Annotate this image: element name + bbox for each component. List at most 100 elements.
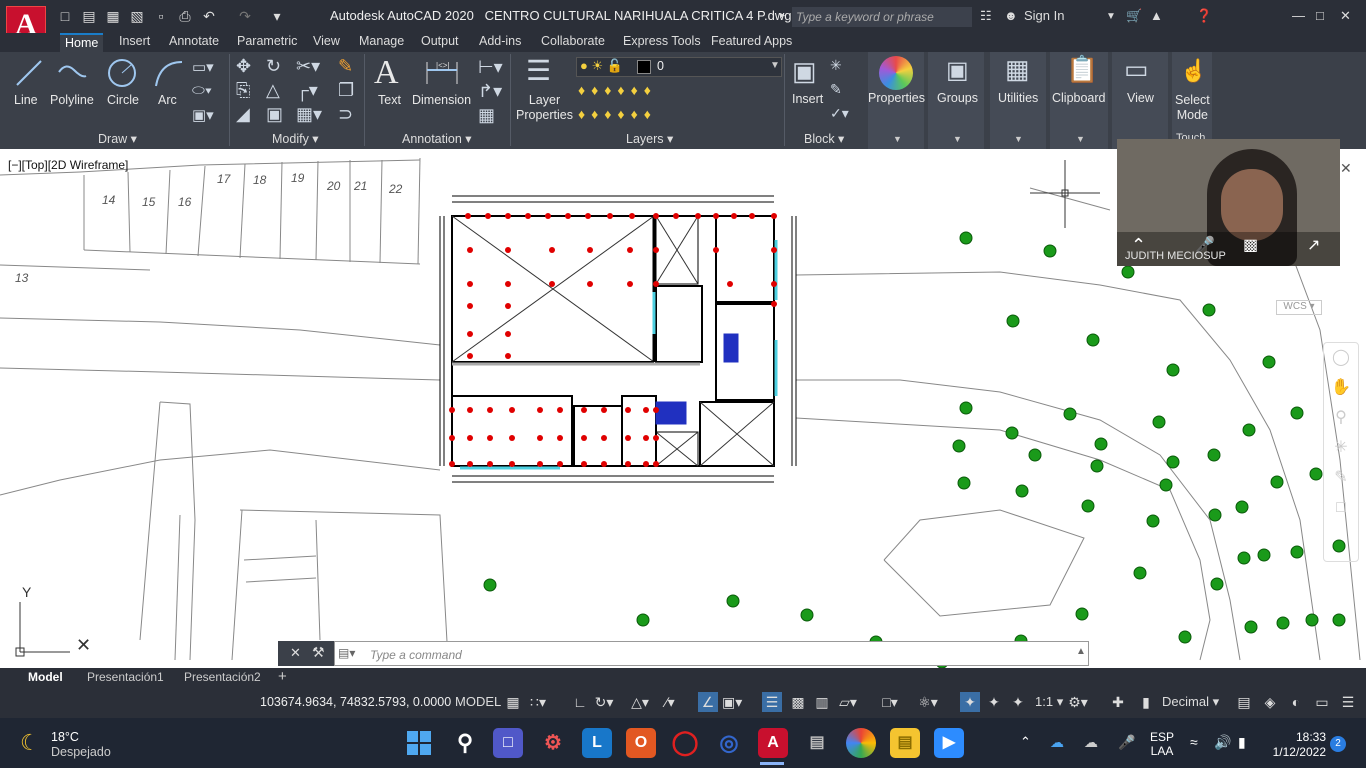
select-mode-button[interactable]: Select Mode: [1175, 93, 1210, 123]
annotation-scale[interactable]: 1:1 ▾: [1035, 694, 1063, 710]
line-button[interactable]: Line: [14, 93, 38, 107]
add-layout-button[interactable]: +: [278, 668, 287, 685]
qat-customize-icon[interactable]: ▾: [268, 8, 286, 24]
tab-express-tools[interactable]: Express Tools: [618, 33, 706, 52]
tab-collaborate[interactable]: Collaborate: [536, 33, 610, 52]
autocad-taskbar-icon[interactable]: A: [758, 728, 788, 758]
wcs-menu[interactable]: WCS ▾: [1276, 300, 1322, 315]
customization-menu-icon[interactable]: ☰: [1338, 692, 1358, 712]
snap-icon[interactable]: ∷▾: [528, 692, 548, 712]
command-line-handle[interactable]: [278, 641, 334, 666]
copy-icon[interactable]: ⎘: [236, 80, 250, 101]
onedrive-icon[interactable]: ☁: [1050, 734, 1064, 751]
help-icon[interactable]: ❓: [1196, 8, 1212, 24]
tab-insert[interactable]: Insert: [114, 33, 155, 52]
lineweight-icon[interactable]: ☰: [762, 692, 782, 712]
isodraft-icon[interactable]: △▾: [630, 692, 650, 712]
language-indicator[interactable]: ESP LAA: [1150, 730, 1174, 758]
sign-in-dropdown-icon[interactable]: ▼: [1106, 11, 1116, 22]
block-panel-label[interactable]: Block ▾: [804, 131, 844, 146]
dimension-button[interactable]: Dimension: [412, 93, 471, 107]
model-space-button[interactable]: MODEL: [455, 694, 501, 709]
groups-button[interactable]: Groups: [937, 91, 978, 105]
annotation-monitor-icon[interactable]: ✚: [1108, 692, 1128, 712]
draw-panel-label[interactable]: Draw ▾: [98, 131, 137, 146]
isolate-objects-icon[interactable]: ◐: [1286, 692, 1306, 712]
teams-chat-icon[interactable]: □: [493, 728, 523, 758]
stretch-icon[interactable]: ◢: [236, 104, 250, 125]
circle-button[interactable]: Circle: [107, 93, 139, 107]
tab-featured-apps[interactable]: Featured Apps: [706, 33, 797, 52]
tab-presentacion1[interactable]: Presentación1: [87, 670, 164, 684]
wifi-icon[interactable]: ≈: [1190, 734, 1198, 750]
open-file-icon[interactable]: ▤: [80, 8, 98, 24]
tab-annotate[interactable]: Annotate: [164, 33, 224, 52]
binoculars-icon[interactable]: ☷: [980, 8, 992, 24]
edge-icon[interactable]: ◎: [714, 728, 744, 758]
cloud-sync-icon[interactable]: ☁: [1084, 734, 1098, 751]
l-app-icon[interactable]: L: [582, 728, 612, 758]
units-dropdown[interactable]: Decimal ▾: [1162, 694, 1219, 710]
webcam-close-icon[interactable]: ✕: [1340, 160, 1352, 177]
properties-expand-icon[interactable]: ▼: [893, 134, 902, 144]
search-icon[interactable]: ⚲: [450, 728, 480, 758]
file-explorer-icon[interactable]: ▤: [890, 728, 920, 758]
dynamic-ucs-icon[interactable]: □▾: [880, 692, 900, 712]
text-button[interactable]: Text: [378, 93, 401, 107]
command-input[interactable]: Type a command: [370, 648, 462, 662]
close-button[interactable]: ✕: [1340, 8, 1351, 24]
layer-tools-row2[interactable]: ♦♦♦♦♦♦: [578, 106, 657, 122]
tab-home[interactable]: Home: [60, 33, 104, 52]
selection-cycling-icon[interactable]: ▥: [812, 692, 832, 712]
object-snap-tracking-icon[interactable]: ∕▾: [660, 692, 680, 712]
undo-icon[interactable]: ↶: [200, 8, 218, 24]
clipboard-expand-icon[interactable]: ▼: [1076, 134, 1085, 144]
recovery-app-icon[interactable]: ⚙: [538, 728, 568, 758]
tab-output[interactable]: Output: [416, 33, 464, 52]
3d-osnap-icon[interactable]: ▱▾: [838, 692, 858, 712]
clean-screen-icon[interactable]: ▭: [1312, 692, 1332, 712]
annotation-panel-label[interactable]: Annotation ▾: [402, 131, 472, 146]
tab-presentacion2[interactable]: Presentación2: [184, 670, 261, 684]
viewport-controls[interactable]: [−][Top][2D Wireframe]: [8, 158, 128, 172]
maximize-button[interactable]: □: [1316, 8, 1324, 23]
redo-icon[interactable]: ↷: [236, 8, 254, 24]
array-icon[interactable]: ▦▾: [296, 104, 322, 125]
leader-icon[interactable]: ↱▾: [478, 81, 502, 102]
chrome-icon[interactable]: [846, 728, 876, 758]
navigation-bar[interactable]: ◯ ✋ ⚲ ✳ ✎ □: [1323, 342, 1359, 562]
mirror-icon[interactable]: △: [266, 80, 280, 101]
block-attributes-icon[interactable]: ✓▾: [830, 105, 849, 122]
new-file-icon[interactable]: □: [56, 8, 74, 24]
stop-video-icon[interactable]: ▩: [1243, 235, 1258, 255]
clock-time[interactable]: 18:33: [1290, 730, 1326, 744]
coordinates-display[interactable]: 103674.9634, 74832.5793, 0.0000: [260, 695, 451, 709]
volume-icon[interactable]: 🔊: [1214, 734, 1231, 751]
a360-icon[interactable]: ▲: [1150, 8, 1163, 23]
trim-icon[interactable]: ✂▾: [296, 56, 320, 77]
sign-in-link[interactable]: Sign In: [1024, 8, 1064, 23]
table-icon[interactable]: ▦: [478, 105, 495, 126]
rotate-icon[interactable]: ↻: [266, 56, 281, 77]
insert-button[interactable]: Insert: [792, 92, 823, 106]
tab-manage[interactable]: Manage: [354, 33, 409, 52]
workspace-gear-icon[interactable]: ⚙▾: [1068, 692, 1088, 712]
weather-temp[interactable]: 18°C: [51, 730, 79, 744]
pop-out-icon[interactable]: ↗: [1307, 235, 1320, 255]
minimize-button[interactable]: —: [1292, 8, 1305, 23]
plot-icon[interactable]: ⎙: [176, 8, 194, 24]
fillet-icon[interactable]: ┌▾: [296, 80, 318, 101]
weather-desc[interactable]: Despejado: [51, 745, 111, 759]
annotation-scale-icon[interactable]: ✦: [1008, 692, 1028, 712]
lock-ui-icon[interactable]: ◈: [1260, 692, 1280, 712]
cart-icon[interactable]: 🛒: [1126, 8, 1142, 24]
zoom-icon[interactable]: ▶: [934, 728, 964, 758]
notification-badge[interactable]: 2: [1330, 736, 1346, 752]
open-web-icon[interactable]: ▫: [152, 8, 170, 24]
tab-view[interactable]: View: [308, 33, 345, 52]
scale-icon[interactable]: ▣: [266, 104, 283, 125]
layers-panel-label[interactable]: Layers ▾: [626, 131, 673, 146]
arc-button[interactable]: Arc: [158, 93, 177, 107]
erase-icon[interactable]: ✎: [338, 56, 353, 77]
dynamic-input-icon[interactable]: ∠: [698, 692, 718, 712]
